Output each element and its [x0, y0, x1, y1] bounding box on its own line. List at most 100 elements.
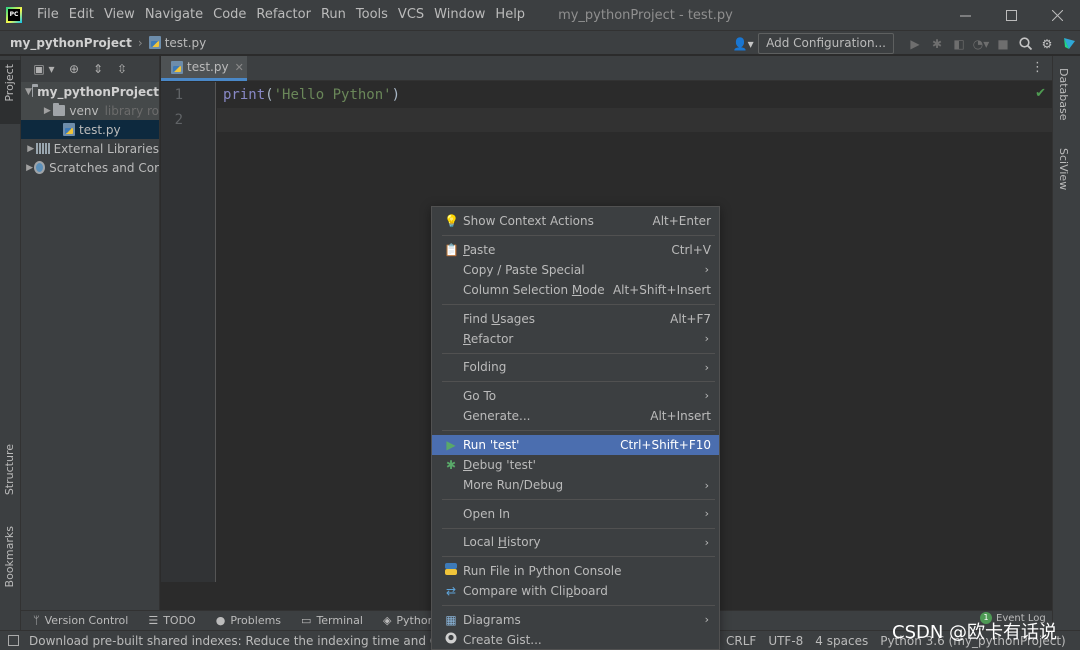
user-account-icon[interactable]: 👤▾ [728, 33, 758, 55]
menu-item-folding[interactable]: Folding › [432, 357, 719, 377]
navigation-bar: my_pythonProject › test.py 👤▾ Add Config… [0, 30, 1080, 55]
terminal-tab[interactable]: ▭ Terminal [301, 614, 363, 627]
editor-tab-bar: test.py ✕ ⋮ [161, 56, 1052, 81]
tree-item-external-libraries[interactable]: ▶ External Libraries [21, 139, 159, 158]
search-icon[interactable] [1014, 33, 1036, 55]
menu-navigate[interactable]: Navigate [140, 0, 208, 30]
indent-widget[interactable]: 4 spaces [815, 634, 868, 648]
menu-item-more-run-debug[interactable]: More Run/Debug › [432, 475, 719, 495]
menu-item-copy-paste-special[interactable]: Copy / Paste Special › [432, 260, 719, 280]
collapse-all-icon[interactable]: ⇳ [113, 62, 131, 76]
minimize-button[interactable] [942, 0, 988, 30]
stop-icon[interactable]: ■ [992, 33, 1014, 55]
status-message[interactable]: Download pre-built shared indexes: Reduc… [8, 634, 476, 648]
editor-tab-test-py[interactable]: test.py ✕ [161, 56, 247, 81]
breadcrumb-file[interactable]: test.py [148, 36, 206, 50]
tree-item-scratches[interactable]: ▶ Scratches and Cor [21, 158, 159, 177]
submenu-arrow-icon: › [704, 535, 709, 549]
menu-item-run-test[interactable]: ▶ Run 'test' Ctrl+Shift+F10 [432, 434, 719, 455]
database-tool-tab[interactable]: Database [1057, 68, 1070, 121]
menu-refactor[interactable]: Refactor [251, 0, 316, 30]
library-icon [36, 143, 50, 154]
menu-window[interactable]: Window [429, 0, 490, 30]
list-icon: ☰ [148, 614, 159, 627]
menu-separator [432, 300, 719, 308]
menu-item-open-in[interactable]: Open In › [432, 504, 719, 524]
menu-item-label: Generate... [463, 409, 531, 424]
code-token-paren: ) [391, 87, 401, 103]
line-separator-widget[interactable]: CRLF [726, 634, 756, 648]
code-line[interactable]: print('Hello Python') [223, 87, 400, 103]
menu-item-diagrams[interactable]: ▦ Diagrams › [432, 610, 719, 630]
menu-item-local-history[interactable]: Local History › [432, 532, 719, 552]
menu-item-create-gist[interactable]: Create Gist... [432, 630, 719, 649]
menu-item-generate[interactable]: Generate... Alt+Insert [432, 406, 719, 426]
more-tabs-icon[interactable]: ⋮ [1031, 60, 1044, 75]
tree-item-venv[interactable]: ▶ venv library ro [21, 101, 159, 120]
profile-icon[interactable]: ◔▾ [970, 33, 992, 55]
expand-all-icon[interactable]: ⇕ [89, 62, 107, 76]
menu-item-show-context-actions[interactable]: 💡 Show Context Actions Alt+Enter [432, 211, 719, 231]
locate-file-icon[interactable]: ⊕ [65, 62, 83, 76]
line-number: 1 [174, 87, 183, 103]
clipboard-icon: 📋 [444, 242, 459, 257]
coverage-icon[interactable]: ◧ [948, 33, 970, 55]
tool-windows-toggle-icon[interactable] [8, 635, 19, 646]
tree-item-test-py[interactable]: test.py [21, 120, 159, 139]
chevron-right-icon[interactable]: ▶ [25, 144, 36, 154]
menu-file[interactable]: File [32, 0, 64, 30]
breadcrumb-project[interactable]: my_pythonProject [10, 36, 132, 50]
gear-icon[interactable]: ⚙ [1036, 33, 1058, 55]
menu-edit[interactable]: Edit [64, 0, 99, 30]
menu-help[interactable]: Help [490, 0, 530, 30]
menu-item-compare-with-clipboard[interactable]: ⇄ Compare with Clipboard [432, 581, 719, 601]
label-rest: ode [582, 283, 605, 298]
chevron-right-icon[interactable]: ▶ [25, 163, 34, 173]
editor-context-menu: 💡 Show Context Actions Alt+Enter 📋 Paste… [431, 206, 720, 650]
menu-separator [432, 349, 719, 357]
tree-item-project-root[interactable]: ▼ my_pythonProject [21, 82, 159, 101]
submenu-arrow-icon: › [704, 478, 709, 492]
todo-tab[interactable]: ☰ TODO [148, 614, 195, 627]
caret-row-highlight [217, 108, 1052, 132]
problems-tab[interactable]: ● Problems [216, 614, 281, 627]
chevron-down-icon[interactable]: ▼ [25, 87, 32, 97]
inspection-ok-icon[interactable]: ✔ [1035, 86, 1046, 101]
tree-item-hint: library ro [104, 103, 159, 118]
menu-item-refactor[interactable]: Refactor › [432, 329, 719, 349]
menu-run[interactable]: Run [316, 0, 351, 30]
menu-code[interactable]: Code [208, 0, 251, 30]
menu-tools[interactable]: Tools [351, 0, 393, 30]
bookmarks-tool-tab[interactable]: Bookmarks [0, 526, 21, 602]
menu-separator [432, 601, 719, 609]
menu-item-shortcut: Alt+F7 [670, 311, 711, 326]
menu-item-column-selection-mode[interactable]: Column Selection Mode Alt+Shift+Insert [432, 280, 719, 300]
menu-item-debug-test[interactable]: ✱ Debug 'test' [432, 455, 719, 475]
menu-item-go-to[interactable]: Go To › [432, 386, 719, 406]
jetbrains-toolbox-icon[interactable] [1058, 33, 1080, 55]
version-control-tab[interactable]: ᛘ Version Control [33, 614, 128, 627]
close-window-button[interactable] [1034, 0, 1080, 30]
close-tab-icon[interactable]: ✕ [235, 61, 244, 74]
project-tool-tab[interactable]: Project [0, 60, 21, 124]
submenu-arrow-icon: › [704, 507, 709, 521]
menu-item-paste[interactable]: 📋 Paste Ctrl+V [432, 240, 719, 260]
structure-tool-tab[interactable]: Structure [0, 444, 21, 510]
add-configuration-button[interactable]: Add Configuration... [758, 33, 894, 54]
menu-item-run-in-python-console[interactable]: Run File in Python Console [432, 561, 719, 581]
label-rest: efactor [470, 331, 514, 346]
encoding-widget[interactable]: UTF-8 [768, 634, 803, 648]
project-view-dropdown-icon[interactable]: ▣ ▾ [29, 62, 59, 76]
menu-view[interactable]: View [99, 0, 140, 30]
debug-icon[interactable]: ✱ [926, 33, 948, 55]
chevron-right-icon[interactable]: ▶ [42, 106, 53, 116]
scratches-icon [34, 161, 46, 174]
run-icon[interactable]: ▶ [904, 33, 926, 55]
menu-item-label: Paste [463, 243, 495, 257]
sciview-tool-tab[interactable]: SciView [1057, 148, 1070, 190]
label-rest: istory [506, 535, 541, 550]
menu-item-find-usages[interactable]: Find Usages Alt+F7 [432, 309, 719, 329]
maximize-button[interactable] [988, 0, 1034, 30]
menu-vcs[interactable]: VCS [393, 0, 429, 30]
menu-item-label: Local History [463, 535, 541, 549]
